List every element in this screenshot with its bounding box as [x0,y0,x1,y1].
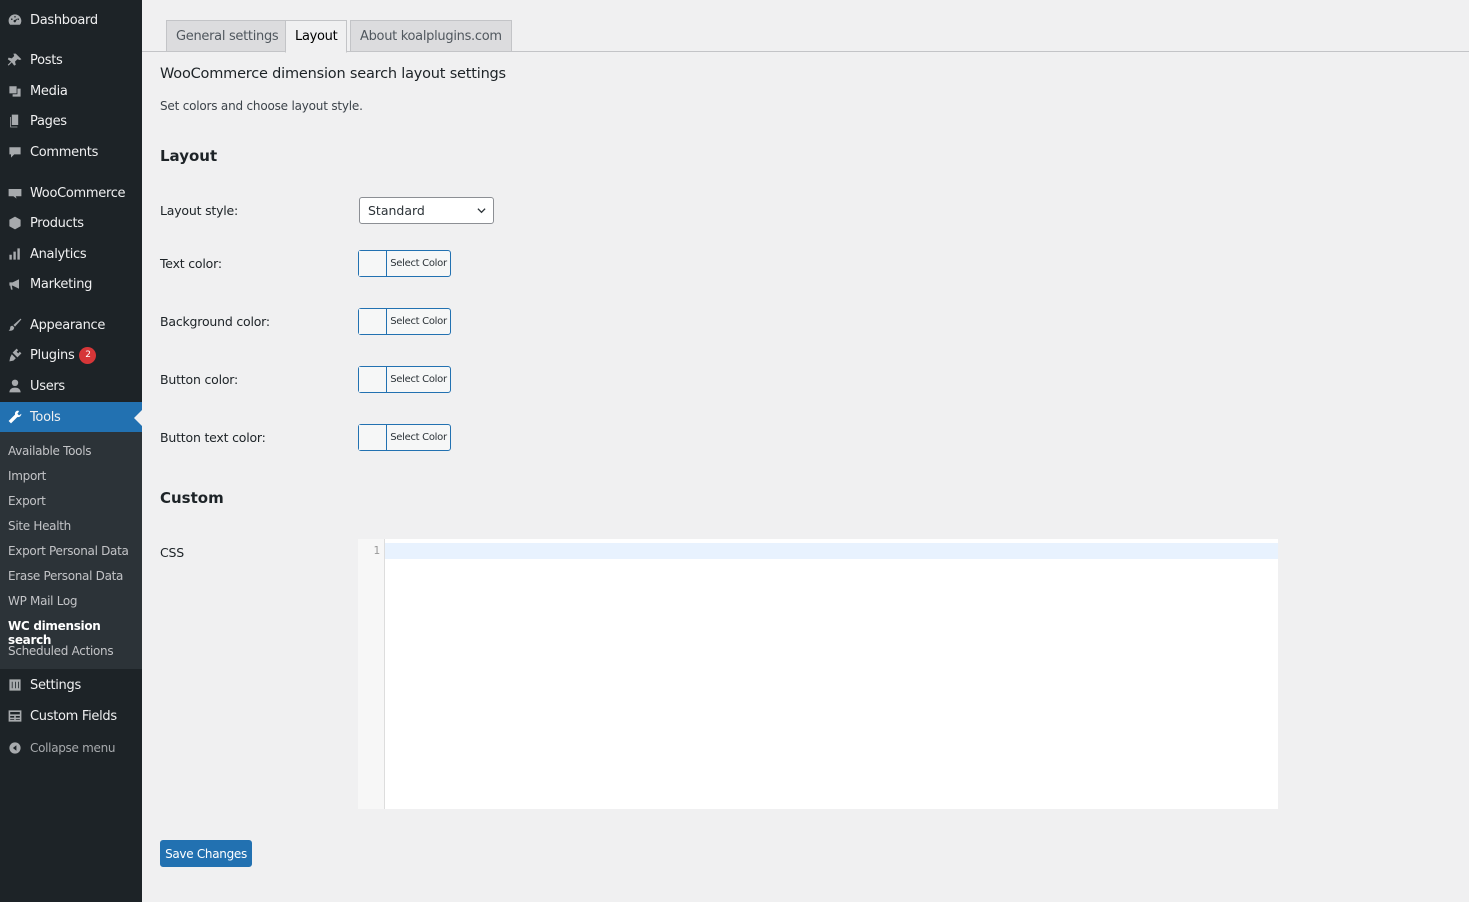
submenu-import[interactable]: Import [8,469,46,483]
submenu-site-health[interactable]: Site Health [8,519,71,533]
page-description: Set colors and choose layout style. [160,99,363,113]
layout-heading: Layout [160,147,218,165]
box-icon [0,208,30,238]
sidebar-item-media[interactable]: Media [0,76,142,106]
brush-icon [0,310,30,340]
pin-icon [0,45,30,75]
submenu-export-personal-data[interactable]: Export Personal Data [8,544,129,558]
sidebar-item-settings[interactable]: Settings [0,670,142,700]
tab-layout[interactable]: Layout [285,20,348,53]
sidebar-item-products[interactable]: Products [0,208,142,238]
plugins-update-badge: 2 [79,346,97,364]
text-color-picker[interactable]: Select Color [358,250,451,277]
button-text-color-picker[interactable]: Select Color [358,424,451,451]
megaphone-icon [0,269,30,299]
editor-gutter: 1 [358,539,385,809]
tab-general-settings[interactable]: General settings [166,20,289,52]
submenu-available-tools[interactable]: Available Tools [8,444,92,458]
sidebar-item-analytics[interactable]: Analytics [0,239,142,269]
comment-icon [0,137,30,167]
sidebar-item-tools[interactable]: Tools [0,402,142,432]
dashboard-icon [0,5,30,35]
active-menu-arrow [134,410,142,426]
select-color-label: Select Color [390,316,447,327]
custom-heading: Custom [160,489,224,507]
submenu-wp-mail-log[interactable]: WP Mail Log [8,594,78,608]
sidebar-item-plugins[interactable]: Plugins 2 [0,340,142,370]
admin-sidebar: Dashboard Posts Media Pages Comments Woo… [0,0,142,902]
woo-icon [0,178,30,208]
media-icon [0,76,30,106]
sidebar-item-appearance[interactable]: Appearance [0,310,142,340]
table-icon [0,701,30,731]
submenu-wc-dimension-search[interactable]: WC dimension search [8,619,142,647]
save-changes-button[interactable]: Save Changes [160,840,252,867]
button-text-color-label: Button text color: [160,430,266,445]
tab-about[interactable]: About koalplugins.com [350,20,512,52]
plug-icon [0,340,30,370]
sliders-icon [0,670,30,700]
sidebar-item-dashboard[interactable]: Dashboard [0,5,142,35]
sidebar-item-marketing[interactable]: Marketing [0,269,142,299]
submenu-erase-personal-data[interactable]: Erase Personal Data [8,569,123,583]
color-swatch [359,309,387,334]
css-code-editor[interactable]: 1 [358,539,1278,809]
wrench-icon [0,402,30,432]
button-color-picker[interactable]: Select Color [358,366,451,393]
layout-style-label: Layout style: [160,203,239,218]
user-icon [0,371,30,401]
sidebar-item-pages[interactable]: Pages [0,106,142,136]
page-title: WooCommerce dimension search layout sett… [160,66,506,82]
select-color-label: Select Color [390,374,447,385]
submenu-export[interactable]: Export [8,494,46,508]
layout-style-select[interactable]: Standard [359,197,494,224]
sidebar-item-woocommerce[interactable]: WooCommerce [0,178,142,208]
active-line [385,543,1278,559]
settings-tabs: General settings Layout About koalplugin… [142,0,1469,53]
select-color-label: Select Color [390,432,447,443]
css-label: CSS [160,545,184,560]
chevron-down-icon [477,208,486,214]
sidebar-item-posts[interactable]: Posts [0,45,142,75]
color-swatch [359,367,387,392]
pages-icon [0,106,30,136]
color-swatch [359,425,387,450]
text-color-label: Text color: [160,256,222,271]
collapse-arrow-icon [0,741,30,755]
submenu-scheduled-actions[interactable]: Scheduled Actions [8,644,114,658]
background-color-picker[interactable]: Select Color [358,308,451,335]
sidebar-item-users[interactable]: Users [0,371,142,401]
layout-style-value: Standard [368,203,425,218]
button-color-label: Button color: [160,372,239,387]
sidebar-item-comments[interactable]: Comments [0,137,142,167]
color-swatch [359,251,387,276]
background-color-label: Background color: [160,314,270,329]
line-number: 1 [373,544,380,557]
bar-chart-icon [0,239,30,269]
collapse-menu-button[interactable]: Collapse menu [0,733,142,763]
sidebar-item-custom-fields[interactable]: Custom Fields [0,701,142,731]
tools-submenu: Available Tools Import Export Site Healt… [0,432,142,669]
select-color-label: Select Color [390,258,447,269]
